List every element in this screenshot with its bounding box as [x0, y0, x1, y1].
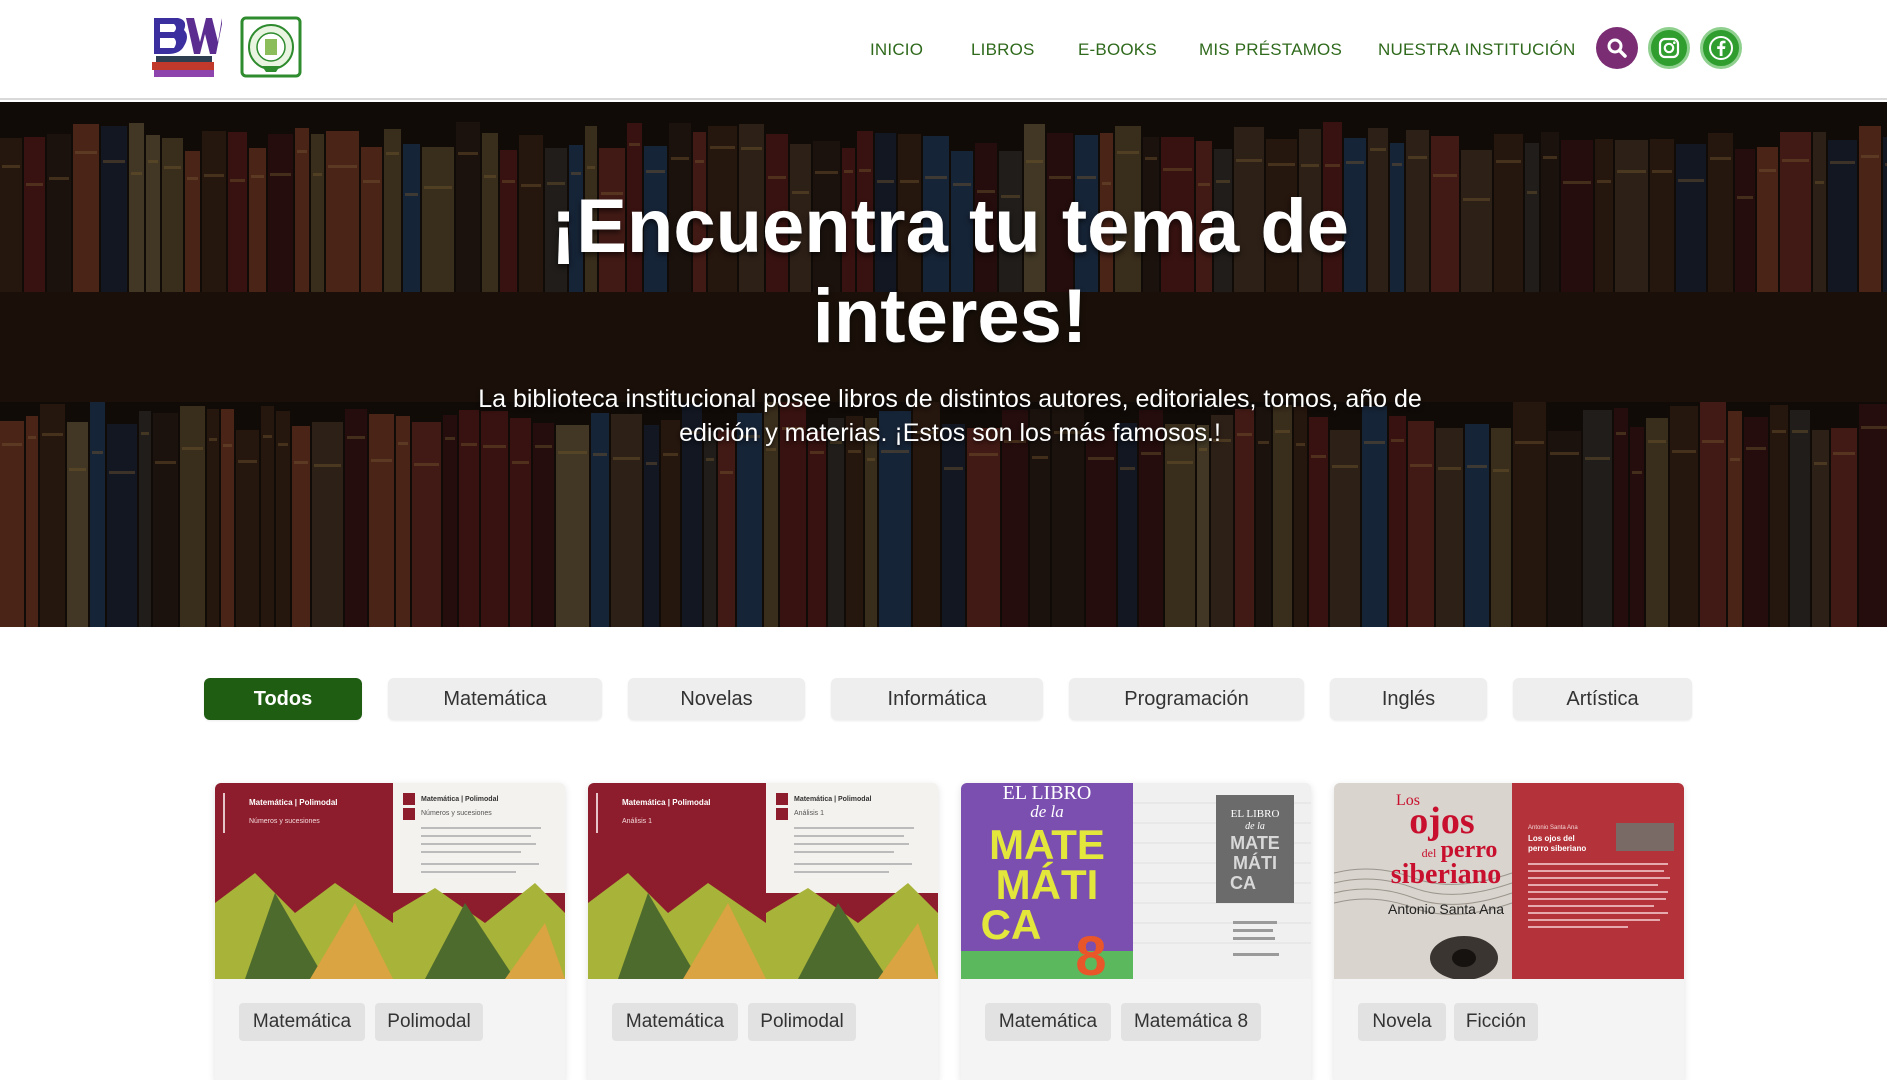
facebook-icon: [1709, 36, 1733, 60]
filter-todos[interactable]: Todos: [204, 678, 362, 720]
cover-title-de-la: de la: [1030, 802, 1064, 821]
hero-title: ¡Encuentra tu tema de interes!: [450, 182, 1450, 362]
filter-informatica[interactable]: Informática: [831, 678, 1043, 720]
book-cover-image: Matemática | Polimodal Números y sucesio…: [215, 783, 565, 979]
top-navbar: INICIO LIBROS E-BOOKS MIS PRÉSTAMOS NUES…: [0, 0, 1887, 100]
cover-left-subtitle: Números y sucesiones: [249, 818, 320, 825]
cover-small-mate: MATE: [1230, 833, 1280, 853]
hero-subtitle-line-2: edición y materias. ¡Estos son los más f…: [679, 419, 1221, 447]
bookshelf-background-image: [0, 102, 1887, 627]
hero-subtitle-line-1: La biblioteca institucional posee libros…: [478, 385, 1422, 413]
instagram-icon: [1658, 37, 1680, 59]
book-cover-image: Matemática | Polimodal Análisis 1 Matemá…: [588, 783, 938, 979]
back-cover-title-1: Los ojos del: [1528, 834, 1575, 843]
cover-number: 8: [1075, 924, 1106, 979]
cover-title-del: del: [1422, 846, 1437, 860]
card-4-tag-ficcion[interactable]: Ficción: [1454, 1003, 1538, 1041]
cover-title-ojos: ojos: [1409, 800, 1474, 842]
card-2-tag-matematica[interactable]: Matemática: [612, 1003, 738, 1041]
filter-ingles[interactable]: Inglés: [1330, 678, 1487, 720]
cover-right-title: Matemática | Polimodal: [794, 796, 871, 803]
card-3-tag-matematica-8[interactable]: Matemática 8: [1121, 1003, 1261, 1041]
back-cover-author: Antonio Santa Ana: [1528, 825, 1578, 831]
nav-nuestra-institucion[interactable]: NUESTRA INSTITUCIÓN: [1378, 40, 1575, 60]
search-icon: [1607, 38, 1627, 58]
card-2-tag-polimodal[interactable]: Polimodal: [748, 1003, 856, 1041]
cover-author: Antonio Santa Ana: [1388, 901, 1504, 917]
cover-right-title: Matemática | Polimodal: [421, 796, 498, 803]
instagram-button[interactable]: [1648, 27, 1690, 69]
search-button[interactable]: [1596, 27, 1638, 69]
card-4-tag-novela[interactable]: Novela: [1358, 1003, 1446, 1041]
back-cover-title-2: perro siberiano: [1528, 844, 1586, 853]
book-cover-image: EL LIBRO de la MATE MÁTI CA 8 EL LIBRO d…: [961, 783, 1311, 979]
cover-right-subtitle: Análisis 1: [794, 810, 824, 817]
cover-left-title: Matemática | Polimodal: [249, 798, 337, 807]
hero-title-line-2: interes!: [812, 274, 1088, 359]
filter-artistica[interactable]: Artística: [1513, 678, 1692, 720]
nav-inicio[interactable]: INICIO: [870, 40, 923, 60]
cover-title-el-libro: EL LIBRO: [1003, 783, 1092, 804]
facebook-button[interactable]: [1700, 27, 1742, 69]
cover-small-de-la: de la: [1245, 821, 1265, 832]
cover-left-subtitle: Análisis 1: [622, 818, 652, 825]
hero-subtitle: La biblioteca institucional posee libros…: [420, 382, 1480, 450]
cover-small-mati: MÁTI: [1233, 852, 1277, 873]
cover-right-subtitle: Números y sucesiones: [421, 810, 492, 817]
card-1-tag-matematica[interactable]: Matemática: [239, 1003, 365, 1041]
cover-left-title: Matemática | Polimodal: [622, 798, 710, 807]
cover-title-siberiano: siberiano: [1391, 859, 1501, 890]
nav-ebooks[interactable]: E-BOOKS: [1078, 40, 1157, 60]
filter-programacion[interactable]: Programación: [1069, 678, 1304, 720]
cover-title-ca: CA: [981, 901, 1042, 948]
hero-banner: ¡Encuentra tu tema de interes! La biblio…: [0, 102, 1887, 627]
card-1-tag-polimodal[interactable]: Polimodal: [375, 1003, 483, 1041]
cover-small-ca: CA: [1230, 873, 1256, 893]
filter-novelas[interactable]: Novelas: [628, 678, 805, 720]
card-3-tag-matematica[interactable]: Matemática: [985, 1003, 1111, 1041]
nav-libros[interactable]: LIBROS: [971, 40, 1035, 60]
cover-small-el-libro: EL LIBRO: [1231, 808, 1280, 820]
nav-mis-prestamos[interactable]: MIS PRÉSTAMOS: [1199, 40, 1342, 60]
filter-matematica[interactable]: Matemática: [388, 678, 602, 720]
book-cover-image: Los ojos del perro siberiano Antonio San…: [1334, 783, 1684, 979]
hero-title-line-1: ¡Encuentra tu tema de: [550, 184, 1350, 269]
